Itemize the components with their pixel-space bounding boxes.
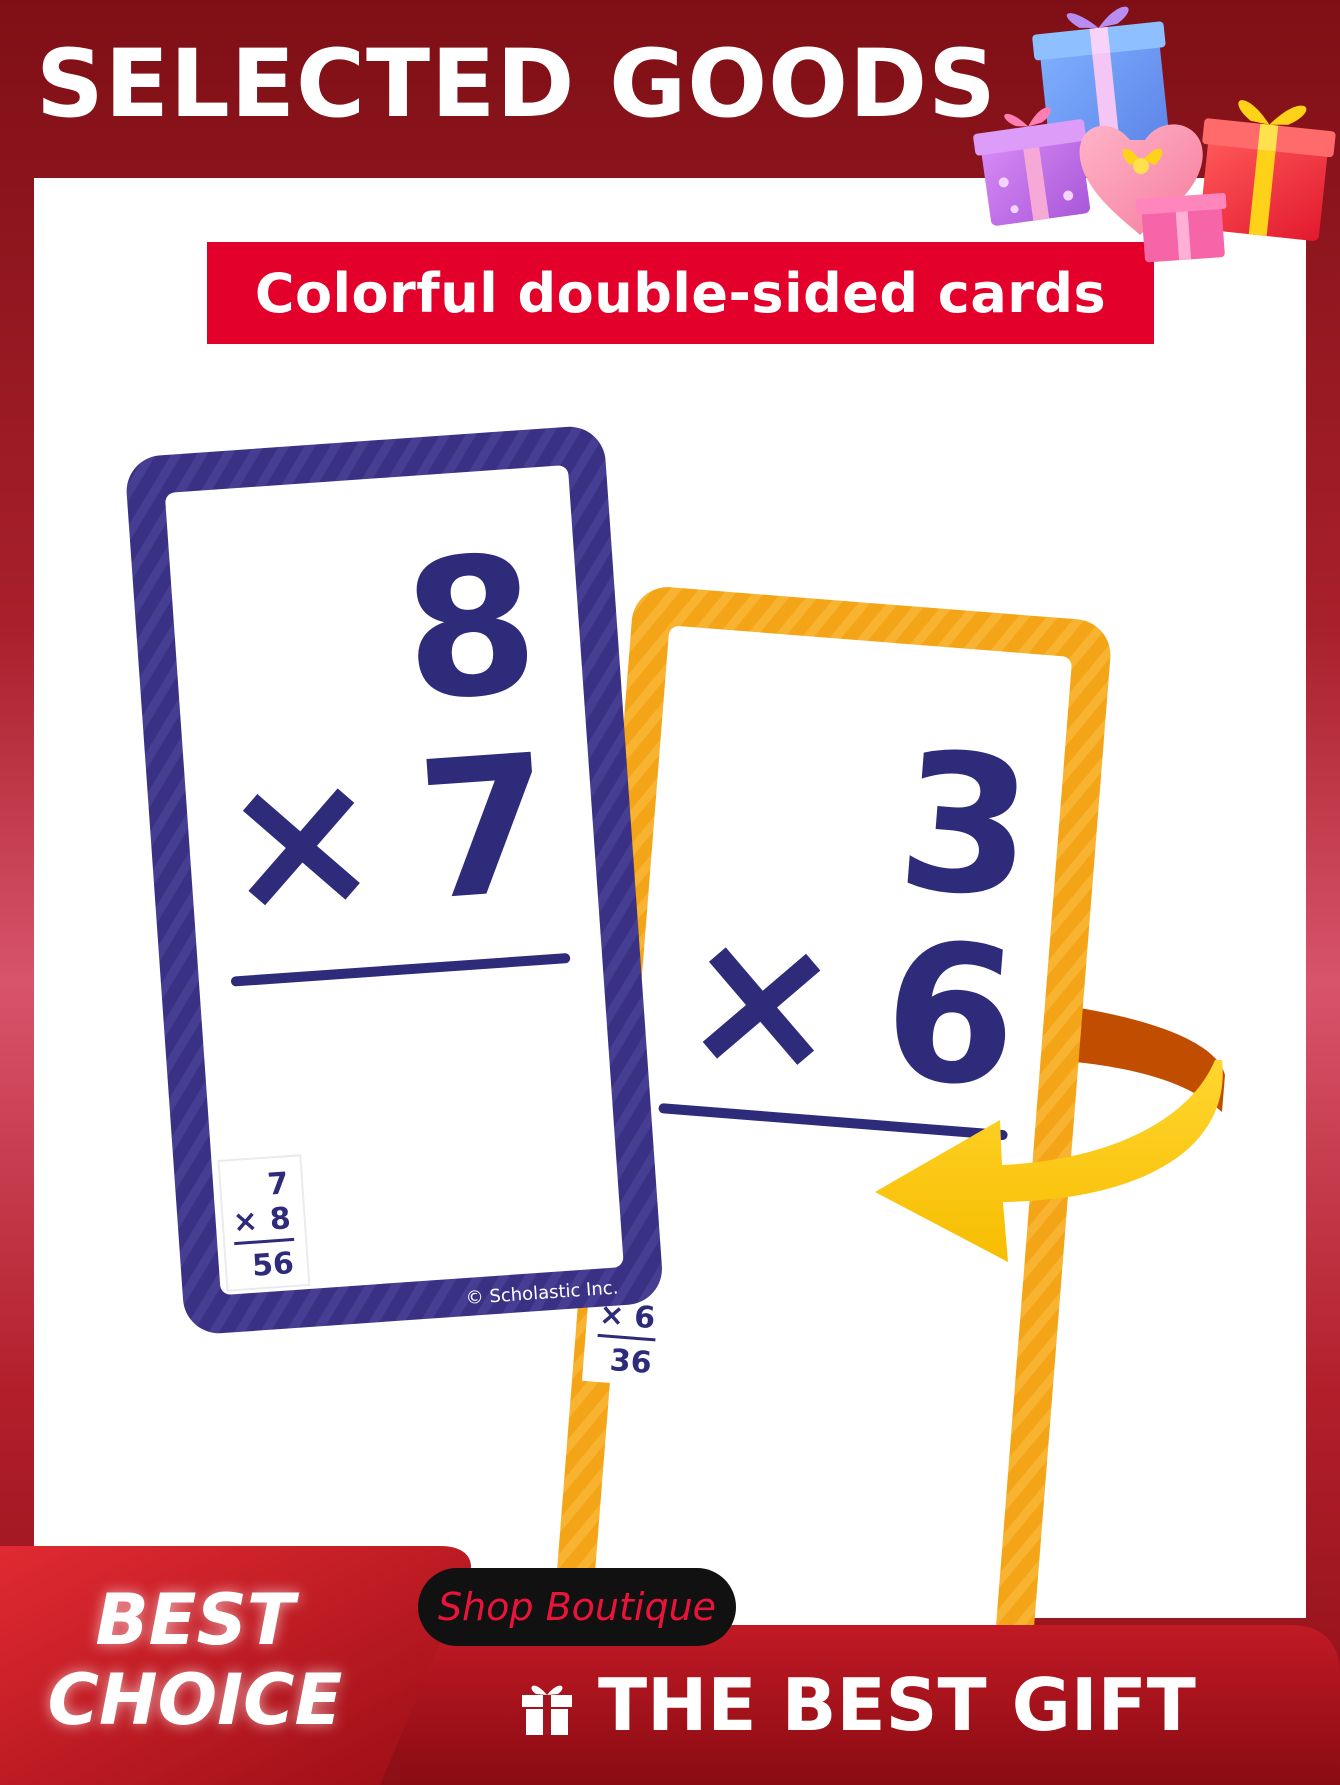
badge-line-1: BEST [95,1579,295,1661]
cards-illustration: 3 × 6 6 × 6 36 8 × 7 7 × 8 56 © Scholast… [126,426,1225,1736]
orange-mini-bottom: 6 [633,1300,657,1337]
blue-mini-bottom: 8 [269,1201,292,1237]
badge-line-2: CHOICE [47,1659,343,1741]
orange-mini-answer: 36 [609,1343,653,1381]
blue-mini-operator: × [232,1203,260,1240]
orange-card-bottom: 6 [876,900,1025,1131]
blue-card-bottom: 7 [411,713,558,943]
blue-card-top: 8 [397,514,544,744]
blue-mini-top: 7 [266,1166,289,1202]
shop-boutique-pill: Shop Boutique [418,1568,736,1646]
orange-card-operator: × [674,884,850,1117]
gift-icon [522,1685,572,1735]
product-poster: SELECTED GOODS Colorful double-sided car… [0,0,1340,1785]
blue-card: 8 × 7 7 × 8 56 © Scholastic Inc. [126,426,662,1334]
blue-mini-answer: 56 [251,1246,295,1284]
blue-card-operator: × [214,725,388,957]
best-choice-badge: BEST CHOICE [30,1580,360,1740]
best-gift-label: THE BEST GIFT [598,1663,1196,1747]
